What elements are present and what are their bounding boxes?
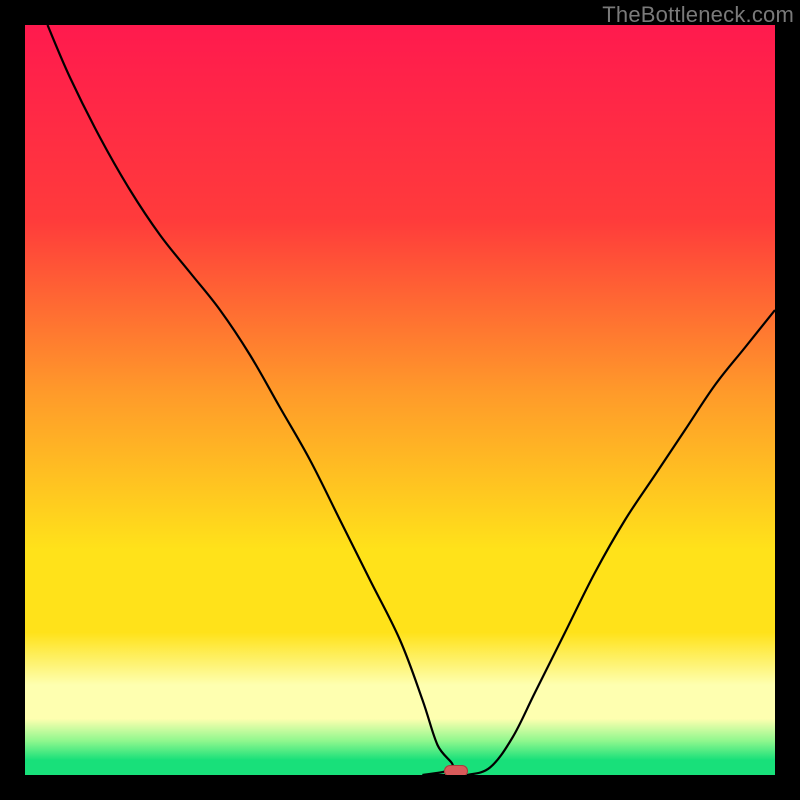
curve-layer [25,25,775,775]
chart-frame: TheBottleneck.com [0,0,800,800]
bottleneck-curve [48,25,776,775]
plot-area [25,25,775,775]
optimum-marker [444,765,468,775]
watermark-text: TheBottleneck.com [602,2,794,28]
